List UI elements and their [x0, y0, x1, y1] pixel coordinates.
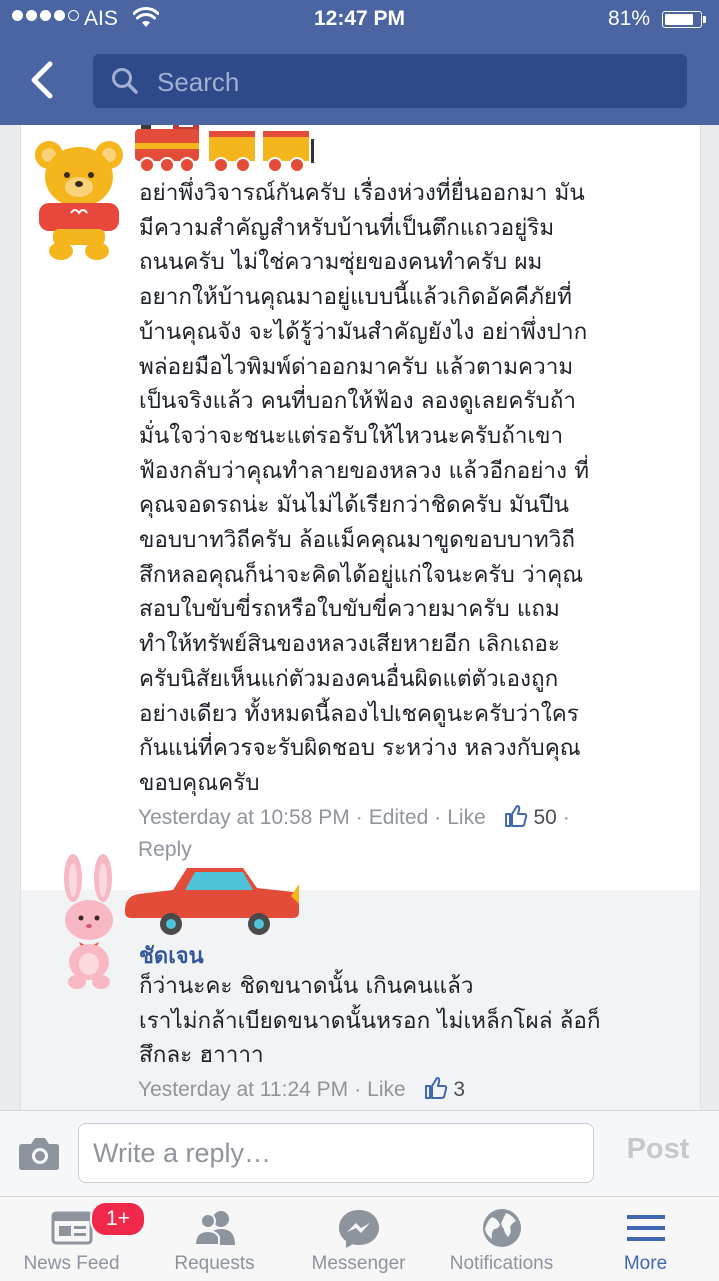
reply-author[interactable]: ชัดเจน	[139, 938, 204, 973]
tab-label: News Feed	[23, 1253, 120, 1274]
reply-comment: ชัดเจน ก็ว่านะคะ ชิดขนาดนั้น เกินคนแล้ว …	[21, 854, 700, 1110]
tab-notifications[interactable]: Notifications	[430, 1197, 573, 1281]
tab-label: More	[623, 1253, 668, 1274]
comment-timestamp[interactable]: Yesterday at 10:58 PM	[138, 806, 350, 829]
edited-link[interactable]: Edited	[369, 806, 429, 829]
search-input[interactable]	[155, 62, 669, 102]
search-icon	[112, 68, 138, 94]
tab-label: Notifications	[449, 1253, 554, 1274]
reply-timestamp[interactable]: Yesterday at 11:24 PM	[138, 1078, 348, 1101]
top-bar: AIS 12:47 PM 81%	[0, 0, 719, 125]
messenger-icon	[338, 1210, 379, 1248]
train-sticker-image	[135, 125, 314, 173]
tab-label: Messenger	[311, 1253, 406, 1274]
bunny-avatar[interactable]	[49, 854, 129, 990]
reply-like-count[interactable]: 3	[453, 1078, 465, 1101]
like-button[interactable]: Like	[447, 806, 486, 829]
comment-meta: Yesterday at 10:58 PM · Edited · Like 50 · Rep…	[138, 805, 570, 861]
tab-messenger[interactable]: Messenger	[287, 1197, 430, 1281]
tab-label: Requests	[174, 1253, 255, 1274]
battery-icon	[662, 11, 706, 28]
notification-badge: 1+	[90, 1201, 146, 1237]
reply-like-button[interactable]: Like	[367, 1078, 406, 1101]
tab-more[interactable]: More	[574, 1197, 717, 1281]
tab-bar: 1+ News Feed Requests Messenger Notifica…	[0, 1196, 719, 1281]
reply-text: ก็ว่านะคะ ชิดขนาดนั้น เกินคนแล้ว เราไม่ก…	[139, 973, 601, 1069]
tab-requests[interactable]: Requests	[143, 1197, 286, 1281]
comment-text: อย่าพึ่งวิจารณ์กันครับ เรื่องห่วงที่ยื่น…	[139, 180, 590, 796]
tab-news-feed[interactable]: 1+ News Feed	[0, 1197, 146, 1281]
post-button[interactable]: Post	[606, 1133, 710, 1173]
back-arrow-icon[interactable]	[24, 60, 64, 100]
reply-button[interactable]: Reply	[138, 838, 192, 861]
reply-meta: Yesterday at 11:24 PM · Like 3	[138, 1077, 466, 1101]
globe-icon	[482, 1209, 521, 1247]
like-thumb-icon	[504, 805, 527, 827]
search-bar[interactable]	[93, 54, 687, 108]
news-feed-icon	[51, 1211, 92, 1245]
comments-thread: อย่าพึ่งวิจารณ์กันครับ เรื่องห่วงที่ยื่น…	[20, 125, 701, 1110]
car-sticker-image	[125, 868, 299, 935]
reply-input[interactable]	[78, 1123, 594, 1183]
reply-composer: Post	[0, 1110, 719, 1197]
like-thumb-icon	[424, 1077, 447, 1099]
friends-icon	[193, 1211, 235, 1246]
camera-icon[interactable]	[18, 1136, 60, 1172]
like-count[interactable]: 50	[533, 806, 556, 829]
menu-icon	[626, 1215, 665, 1241]
teddy-bear-avatar[interactable]	[33, 133, 125, 263]
battery-percentage: 81%	[608, 7, 651, 30]
status-bar: AIS 12:47 PM 81%	[0, 0, 719, 40]
